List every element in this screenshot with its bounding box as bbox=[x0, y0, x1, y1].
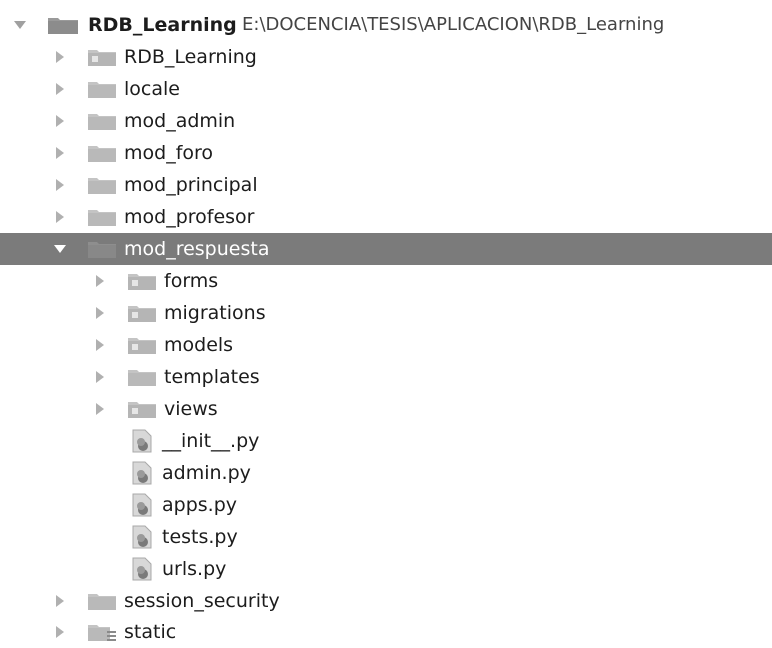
chevron-right-icon[interactable] bbox=[92, 393, 108, 425]
package-folder-icon bbox=[128, 329, 156, 361]
folder-icon bbox=[88, 201, 116, 233]
tree-item-mod-profesor[interactable]: mod_profesor bbox=[0, 201, 772, 233]
tree-item-label: views bbox=[164, 398, 218, 420]
folder-icon bbox=[88, 73, 116, 105]
chevron-right-icon[interactable] bbox=[92, 297, 108, 329]
tree-item-label: migrations bbox=[164, 302, 266, 324]
tree-item-label: templates bbox=[164, 366, 260, 388]
chevron-right-icon[interactable] bbox=[92, 265, 108, 297]
tree-item-mod-respuesta[interactable]: mod_respuesta bbox=[0, 233, 772, 265]
tree-root-row[interactable]: RDB_Learning E:\DOCENCIA\TESIS\APLICACIO… bbox=[0, 9, 772, 41]
folder-icon bbox=[128, 361, 156, 393]
tree-item-label: mod_principal bbox=[124, 174, 258, 196]
tree-item-static[interactable]: static bbox=[0, 616, 772, 648]
chevron-right-icon[interactable] bbox=[52, 585, 68, 617]
chevron-right-icon[interactable] bbox=[92, 361, 108, 393]
tree-item-label: locale bbox=[124, 78, 180, 100]
chevron-right-icon[interactable] bbox=[52, 105, 68, 137]
chevron-right-icon[interactable] bbox=[52, 73, 68, 105]
project-tree: RDB_Learning E:\DOCENCIA\TESIS\APLICACIO… bbox=[0, 0, 772, 648]
tree-item-admin-py[interactable]: admin.py bbox=[0, 457, 772, 489]
python-file-icon bbox=[130, 553, 156, 585]
chevron-right-icon[interactable] bbox=[52, 616, 68, 648]
tree-item-tests-py[interactable]: tests.py bbox=[0, 521, 772, 553]
tree-item-views[interactable]: views bbox=[0, 393, 772, 425]
tree-item-label: models bbox=[164, 334, 234, 356]
folder-icon bbox=[88, 137, 116, 169]
tree-item-urls-py[interactable]: urls.py bbox=[0, 553, 772, 585]
folder-icon bbox=[88, 233, 116, 265]
tree-item-mod-admin[interactable]: mod_admin bbox=[0, 105, 772, 137]
folder-icon bbox=[88, 105, 116, 137]
tree-item-label: tests.py bbox=[162, 526, 238, 548]
python-file-icon bbox=[130, 457, 156, 489]
chevron-right-icon[interactable] bbox=[52, 201, 68, 233]
chevron-right-icon[interactable] bbox=[52, 137, 68, 169]
tree-item-label: forms bbox=[164, 270, 219, 292]
tree-item-label: session_security bbox=[124, 590, 280, 612]
tree-item-forms[interactable]: forms bbox=[0, 265, 772, 297]
package-folder-icon bbox=[128, 265, 156, 297]
chevron-right-icon[interactable] bbox=[52, 41, 68, 73]
python-file-icon bbox=[130, 425, 156, 457]
tree-item-label: admin.py bbox=[162, 462, 251, 484]
chevron-down-icon[interactable] bbox=[12, 9, 28, 41]
folder-icon bbox=[88, 585, 116, 617]
tree-item-templates[interactable]: templates bbox=[0, 361, 772, 393]
resource-folder-icon bbox=[88, 616, 118, 648]
package-folder-icon bbox=[128, 297, 156, 329]
tree-item-mod-foro[interactable]: mod_foro bbox=[0, 137, 772, 169]
python-file-icon bbox=[130, 521, 156, 553]
tree-item-apps-py[interactable]: apps.py bbox=[0, 489, 772, 521]
tree-item-label: apps.py bbox=[162, 494, 238, 516]
tree-item-models[interactable]: models bbox=[0, 329, 772, 361]
tree-item-label: __init__.py bbox=[162, 430, 260, 452]
package-folder-icon bbox=[88, 41, 116, 73]
tree-item-label: mod_foro bbox=[124, 142, 214, 164]
chevron-right-icon[interactable] bbox=[52, 169, 68, 201]
folder-icon bbox=[88, 169, 116, 201]
tree-item-mod-principal[interactable]: mod_principal bbox=[0, 169, 772, 201]
tree-item-label: mod_admin bbox=[124, 110, 236, 132]
tree-item-label: mod_respuesta bbox=[124, 238, 270, 260]
tree-item-rdb-learning[interactable]: RDB_Learning bbox=[0, 41, 772, 73]
tree-root-path: E:\DOCENCIA\TESIS\APLICACION\RDB_Learnin… bbox=[242, 14, 665, 35]
tree-item-locale[interactable]: locale bbox=[0, 73, 772, 105]
folder-icon bbox=[48, 9, 78, 41]
tree-item-session-security[interactable]: session_security bbox=[0, 585, 772, 617]
chevron-right-icon[interactable] bbox=[92, 329, 108, 361]
python-file-icon bbox=[130, 489, 156, 521]
chevron-down-icon[interactable] bbox=[52, 233, 68, 265]
tree-item-label: static bbox=[124, 621, 177, 643]
tree-item-label: urls.py bbox=[162, 558, 227, 580]
package-folder-icon bbox=[128, 393, 156, 425]
tree-item-label: mod_profesor bbox=[124, 206, 255, 228]
tree-item-migrations[interactable]: migrations bbox=[0, 297, 772, 329]
tree-item-label: RDB_Learning bbox=[124, 46, 257, 68]
tree-item-init-py[interactable]: __init__.py bbox=[0, 425, 772, 457]
tree-root-label: RDB_Learning bbox=[88, 14, 237, 36]
